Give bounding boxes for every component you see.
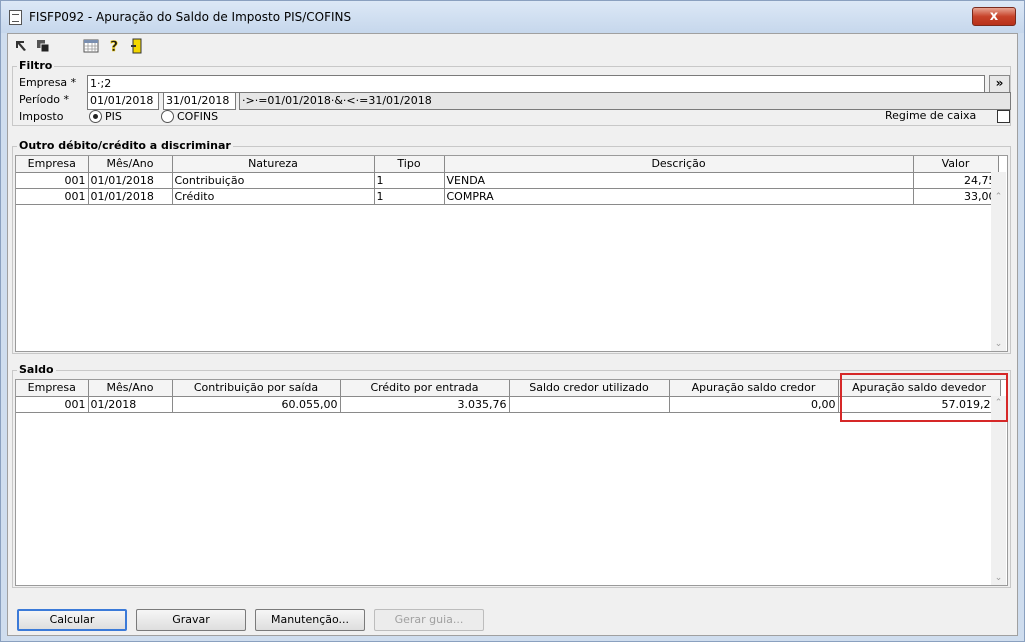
help-icon[interactable]: ? (106, 38, 122, 54)
filter-group-title: Filtro (17, 59, 55, 72)
cell-tipo[interactable]: 1 (374, 172, 445, 189)
table-row[interactable]: 001 01/01/2018 Crédito 1 COMPRA 33,00 (16, 188, 999, 205)
cell-credito-entrada[interactable]: 3.035,76 (340, 396, 510, 413)
col-saldo-credor-utilizado[interactable]: Saldo credor utilizado (509, 380, 670, 397)
calcular-button[interactable]: Calcular (17, 609, 127, 631)
col-tipo[interactable]: Tipo (374, 156, 445, 173)
regime-caixa-label: Regime de caixa (885, 109, 977, 122)
cell-contribuicao-saida[interactable]: 60.055,00 (172, 396, 341, 413)
cell-empresa[interactable]: 001 (16, 188, 89, 205)
copy-icon[interactable] (35, 38, 51, 54)
cell-descricao[interactable]: COMPRA (444, 188, 914, 205)
cell-natureza[interactable]: Crédito (172, 188, 375, 205)
saldo-group-title: Saldo (17, 363, 56, 376)
cell-valor[interactable]: 24,75 (913, 172, 999, 189)
periodo-expression-field: ·>·=01/01/2018·&·<·=31/01/2018 (239, 92, 1011, 110)
close-button[interactable]: x (972, 7, 1016, 26)
col-empresa[interactable]: Empresa (16, 380, 89, 397)
col-apuracao-saldo-credor[interactable]: Apuração saldo credor (669, 380, 839, 397)
saldo-scrollbar[interactable]: ⌃ ⌄ (991, 396, 1006, 585)
cell-natureza[interactable]: Contribuição (172, 172, 375, 189)
saldo-header-row: Empresa Mês/Ano Contribuição por saída C… (16, 380, 1001, 397)
window-title: FISFP092 - Apuração do Saldo de Imposto … (29, 10, 352, 24)
cell-mes-ano[interactable]: 01/01/2018 (88, 188, 173, 205)
saldo-grid[interactable]: Empresa Mês/Ano Contribuição por saída C… (15, 379, 1008, 586)
exit-door-icon[interactable] (129, 38, 145, 54)
manutencao-button[interactable]: Manutenção... (255, 609, 365, 631)
cell-empresa[interactable]: 001 (16, 396, 89, 413)
first-record-icon[interactable] (13, 38, 29, 54)
col-valor[interactable]: Valor (913, 156, 999, 173)
svg-text:?: ? (110, 39, 118, 54)
empresa-lookup-button[interactable]: » (989, 75, 1010, 93)
pis-radio-label[interactable]: PIS (105, 110, 122, 123)
outros-table: Empresa Mês/Ano Natureza Tipo Descrição … (16, 156, 999, 205)
periodo-inicio-input[interactable]: 01/01/2018 (87, 92, 159, 110)
col-natureza[interactable]: Natureza (172, 156, 375, 173)
pis-radio[interactable] (89, 110, 102, 123)
outros-header-row: Empresa Mês/Ano Natureza Tipo Descrição … (16, 156, 999, 173)
periodo-fim-input[interactable]: 31/01/2018 (163, 92, 236, 110)
app-document-icon (9, 10, 22, 25)
col-descricao[interactable]: Descrição (444, 156, 914, 173)
empresa-label: Empresa * (19, 76, 77, 89)
col-credito-entrada[interactable]: Crédito por entrada (340, 380, 510, 397)
client-area: ? Filtro Empresa * 1·;2 » Período * 01/0… (7, 33, 1018, 636)
cell-apuracao-saldo-credor[interactable]: 0,00 (669, 396, 839, 413)
cell-descricao[interactable]: VENDA (444, 172, 914, 189)
outros-scrollbar[interactable]: ⌃ ⌄ (991, 172, 1006, 351)
saldo-group: Saldo Empresa Mês/Ano Contribuição por s… (12, 363, 1011, 588)
col-contribuicao-saida[interactable]: Contribuição por saída (172, 380, 341, 397)
cell-tipo[interactable]: 1 (374, 188, 445, 205)
col-mes-ano[interactable]: Mês/Ano (88, 156, 173, 173)
cell-empresa[interactable]: 001 (16, 172, 89, 189)
table-row[interactable]: 001 01/2018 60.055,00 3.035,76 0,00 57.0… (16, 396, 1001, 413)
periodo-label: Período * (19, 93, 70, 106)
saldo-table: Empresa Mês/Ano Contribuição por saída C… (16, 380, 1001, 413)
main-window: FISFP092 - Apuração do Saldo de Imposto … (0, 0, 1025, 642)
cell-saldo-credor-utilizado[interactable] (509, 396, 670, 413)
scroll-down-arrow-icon[interactable]: ⌄ (991, 339, 1006, 349)
scroll-up-arrow-icon[interactable]: ⌃ (991, 398, 1006, 408)
cell-mes-ano[interactable]: 01/2018 (88, 396, 173, 413)
calendar-grid-icon[interactable] (83, 38, 99, 54)
col-apuracao-saldo-devedor[interactable]: Apuração saldo devedor (838, 380, 1001, 397)
col-mes-ano[interactable]: Mês/Ano (88, 380, 173, 397)
filter-group: Filtro Empresa * 1·;2 » Período * 01/01/… (12, 59, 1011, 126)
outros-group-title: Outro débito/crédito a discriminar (17, 139, 233, 152)
table-row[interactable]: 001 01/01/2018 Contribuição 1 VENDA 24,7… (16, 172, 999, 189)
gerar-guia-button[interactable]: Gerar guia... (374, 609, 484, 631)
toolbar: ? (8, 34, 1017, 58)
cell-mes-ano[interactable]: 01/01/2018 (88, 172, 173, 189)
gravar-button[interactable]: Gravar (136, 609, 246, 631)
scroll-down-arrow-icon[interactable]: ⌄ (991, 573, 1006, 583)
imposto-label: Imposto (19, 110, 64, 123)
cell-apuracao-saldo-devedor[interactable]: 57.019,24 (838, 396, 1001, 413)
empresa-input[interactable]: 1·;2 (87, 75, 985, 93)
cell-valor[interactable]: 33,00 (913, 188, 999, 205)
title-bar[interactable]: FISFP092 - Apuração do Saldo de Imposto … (1, 1, 1024, 33)
outros-group: Outro débito/crédito a discriminar Empre… (12, 139, 1011, 354)
cofins-radio-label[interactable]: COFINS (177, 110, 218, 123)
scroll-up-arrow-icon[interactable]: ⌃ (991, 192, 1006, 202)
cofins-radio[interactable] (161, 110, 174, 123)
col-empresa[interactable]: Empresa (16, 156, 89, 173)
regime-caixa-checkbox[interactable] (997, 110, 1010, 123)
outros-grid[interactable]: Empresa Mês/Ano Natureza Tipo Descrição … (15, 155, 1008, 352)
